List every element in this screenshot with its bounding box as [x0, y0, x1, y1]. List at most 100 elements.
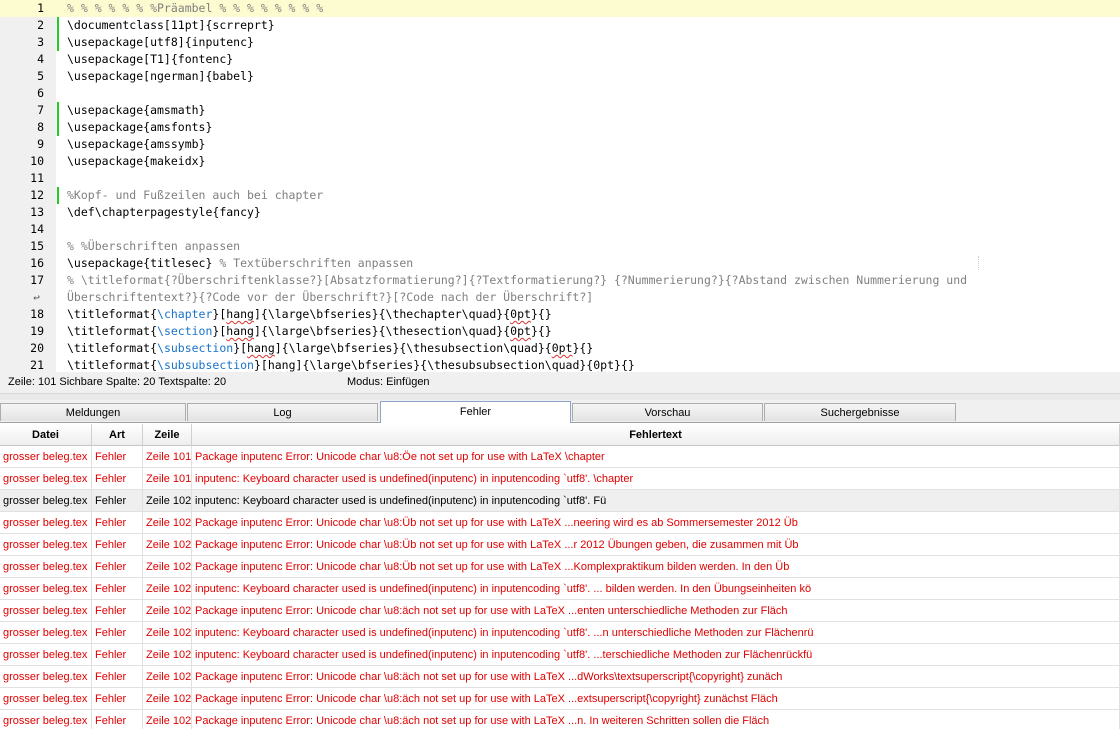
- code-token: ]{\large\bfseries}{\thechapter\quad}{: [253, 307, 511, 321]
- tab-meldungen[interactable]: Meldungen: [0, 403, 186, 421]
- error-row[interactable]: grosser beleg.tex Fehler Zeile 102 inputenc…: [0, 622, 1120, 644]
- code-text[interactable]: \usepackage{amssymb}: [67, 136, 205, 153]
- code-line[interactable]: 15 % %Überschriften anpassen: [0, 238, 1120, 255]
- code-token: \usepackage[T1]{fontenc}: [67, 52, 234, 66]
- code-line[interactable]: 9 \usepackage{amssymb}: [0, 136, 1120, 153]
- code-text[interactable]: \titleformat{\chapter}[hang]{\large\bfse…: [67, 306, 552, 323]
- code-line[interactable]: 18 \titleformat{\chapter}[hang]{\large\bf…: [0, 306, 1120, 323]
- error-table[interactable]: Datei Art Zeile Fehlertext grosser beleg…: [0, 424, 1120, 729]
- code-token: }[: [253, 358, 268, 372]
- code-line[interactable]: 6: [0, 85, 1120, 102]
- code-text[interactable]: % %Überschriften anpassen: [67, 238, 240, 255]
- code-text[interactable]: \usepackage[T1]{fontenc}: [67, 51, 233, 68]
- error-file-cell: grosser beleg.tex: [0, 490, 92, 511]
- error-row[interactable]: grosser beleg.tex Fehler Zeile 101 inputenc…: [0, 468, 1120, 490]
- error-row[interactable]: grosser beleg.tex Fehler Zeile 102 Package …: [0, 666, 1120, 688]
- error-row[interactable]: grosser beleg.tex Fehler Zeile 102 inputenc…: [0, 644, 1120, 666]
- error-row[interactable]: grosser beleg.tex Fehler Zeile 102 Package …: [0, 512, 1120, 534]
- error-type-cell: Fehler: [92, 446, 143, 467]
- error-text-cell: Package inputenc Error: Unicode char \u8…: [192, 446, 1120, 467]
- line-number: 19: [30, 324, 44, 338]
- tab-suchergebnisse[interactable]: Suchergebnisse: [764, 403, 956, 421]
- code-text[interactable]: \usepackage[ngerman]{babel}: [67, 68, 254, 85]
- code-line[interactable]: 1 % % % % % % %Präambel % % % % % % % %: [0, 0, 1120, 17]
- tab-vorschau[interactable]: Vorschau: [572, 403, 763, 421]
- code-text[interactable]: \titleformat{\subsection}[hang]{\large\b…: [67, 340, 593, 357]
- tab-fehler[interactable]: Fehler: [380, 401, 571, 423]
- code-line[interactable]: 3 \usepackage[utf8]{inputenc}: [0, 34, 1120, 51]
- error-row[interactable]: grosser beleg.tex Fehler Zeile 102 inputenc…: [0, 578, 1120, 600]
- code-text[interactable]: \def\chapterpagestyle{fancy}: [67, 204, 261, 221]
- code-text[interactable]: \titleformat{\subsubsection}[hang]{\larg…: [67, 357, 635, 372]
- code-sectioning-command: \subsection: [157, 341, 234, 355]
- code-sectioning-command: \chapter: [157, 307, 213, 321]
- code-text[interactable]: \usepackage{titlesec} % Textüberschrifte…: [67, 255, 413, 272]
- error-file-cell: grosser beleg.tex: [0, 644, 92, 665]
- code-editor[interactable]: 1 % % % % % % %Präambel % % % % % % % % 2 \…: [0, 0, 1120, 372]
- code-text[interactable]: % % % % % % %Präambel % % % % % % % %: [67, 0, 323, 17]
- code-line[interactable]: 2 \documentclass[11pt]{scrreprt}: [0, 17, 1120, 34]
- code-line[interactable]: 21 \titleformat{\subsubsection}[hang]{\la…: [0, 357, 1120, 372]
- status-bar: Zeile: 101 Sichbare Spalte: 20 Textspalt…: [0, 372, 1120, 394]
- code-comment: % % % % % % %Präambel % % % % % % % %: [67, 1, 324, 15]
- code-text[interactable]: \documentclass[11pt]{scrreprt}: [67, 17, 275, 34]
- error-row[interactable]: grosser beleg.tex Fehler Zeile 102 inputenc…: [0, 490, 1120, 512]
- code-line[interactable]: 4 \usepackage[T1]{fontenc}: [0, 51, 1120, 68]
- code-line[interactable]: 19 \titleformat{\section}[hang]{\large\bf…: [0, 323, 1120, 340]
- error-line-cell: Zeile 101: [143, 468, 192, 489]
- error-line-cell: Zeile 102: [143, 490, 192, 511]
- column-header-text[interactable]: Fehlertext: [192, 424, 1120, 446]
- error-row[interactable]: grosser beleg.tex Fehler Zeile 102 Package …: [0, 600, 1120, 622]
- line-number: 17: [30, 273, 44, 287]
- code-line[interactable]: 10 \usepackage{makeidx}: [0, 153, 1120, 170]
- error-text-cell: inputenc: Keyboard character used is und…: [192, 644, 1120, 665]
- error-type-cell: Fehler: [92, 490, 143, 511]
- error-type-cell: Fehler: [92, 622, 143, 643]
- error-row[interactable]: grosser beleg.tex Fehler Zeile 101 Package …: [0, 446, 1120, 468]
- code-text[interactable]: Überschriftentext?}{?Code vor der Übersc…: [67, 289, 593, 306]
- tab-log[interactable]: Log: [187, 403, 378, 421]
- code-line[interactable]: ↩ Überschriftentext?}{?Code vor der Übers…: [0, 289, 1120, 306]
- code-line[interactable]: 16 \usepackage{titlesec} % Textüberschrif…: [0, 255, 1120, 272]
- code-text[interactable]: \usepackage[utf8]{inputenc}: [67, 34, 254, 51]
- line-number: 1: [37, 1, 44, 15]
- code-text[interactable]: \usepackage{amsmath}: [67, 102, 205, 119]
- code-text[interactable]: \usepackage{amsfonts}: [67, 119, 212, 136]
- code-line[interactable]: 14: [0, 221, 1120, 238]
- error-file-cell: grosser beleg.tex: [0, 622, 92, 643]
- spellcheck-flagged-word: 0pt: [551, 341, 573, 355]
- code-text[interactable]: %Kopf- und Fußzeilen auch bei chapter: [67, 187, 323, 204]
- code-line[interactable]: 8 \usepackage{amsfonts}: [0, 119, 1120, 136]
- code-line[interactable]: 20 \titleformat{\subsection}[hang]{\large…: [0, 340, 1120, 357]
- code-line[interactable]: 7 \usepackage{amsmath}: [0, 102, 1120, 119]
- code-token: \usepackage{amsmath}: [67, 103, 206, 117]
- code-text[interactable]: % \titleformat{?Überschriftenklasse?}[Ab…: [67, 272, 967, 289]
- error-row[interactable]: grosser beleg.tex Fehler Zeile 102 Package …: [0, 556, 1120, 578]
- code-token: \usepackage[utf8]{inputenc}: [67, 35, 254, 49]
- code-line[interactable]: 17 % \titleformat{?Überschriftenklasse?}[…: [0, 272, 1120, 289]
- error-type-cell: Fehler: [92, 556, 143, 577]
- code-comment: %Kopf- und Fußzeilen auch bei chapter: [67, 188, 324, 202]
- code-text[interactable]: \usepackage{makeidx}: [67, 153, 205, 170]
- error-row[interactable]: grosser beleg.tex Fehler Zeile 102 Package …: [0, 710, 1120, 729]
- error-text-cell: Package inputenc Error: Unicode char \u8…: [192, 556, 1120, 577]
- code-comment: % %Überschriften anpassen: [67, 239, 241, 253]
- code-line[interactable]: 13 \def\chapterpagestyle{fancy}: [0, 204, 1120, 221]
- error-line-cell: Zeile 102: [143, 688, 192, 709]
- line-number: 15: [30, 239, 44, 253]
- code-line[interactable]: 11: [0, 170, 1120, 187]
- code-token: \titleformat{: [67, 307, 158, 321]
- column-header-line[interactable]: Zeile: [143, 424, 192, 446]
- error-row[interactable]: grosser beleg.tex Fehler Zeile 102 Package …: [0, 688, 1120, 710]
- error-file-cell: grosser beleg.tex: [0, 556, 92, 577]
- error-text-cell: Package inputenc Error: Unicode char \u8…: [192, 688, 1120, 709]
- error-row[interactable]: grosser beleg.tex Fehler Zeile 102 Package …: [0, 534, 1120, 556]
- code-token: \usepackage{amsfonts}: [67, 120, 213, 134]
- code-text[interactable]: \titleformat{\section}[hang]{\large\bfse…: [67, 323, 552, 340]
- column-header-type[interactable]: Art: [92, 424, 143, 446]
- code-token: }{}: [530, 307, 552, 321]
- code-line[interactable]: 5 \usepackage[ngerman]{babel}: [0, 68, 1120, 85]
- line-number: 5: [37, 69, 44, 83]
- code-line[interactable]: 12 %Kopf- und Fußzeilen auch bei chapter: [0, 187, 1120, 204]
- column-header-file[interactable]: Datei: [0, 424, 92, 446]
